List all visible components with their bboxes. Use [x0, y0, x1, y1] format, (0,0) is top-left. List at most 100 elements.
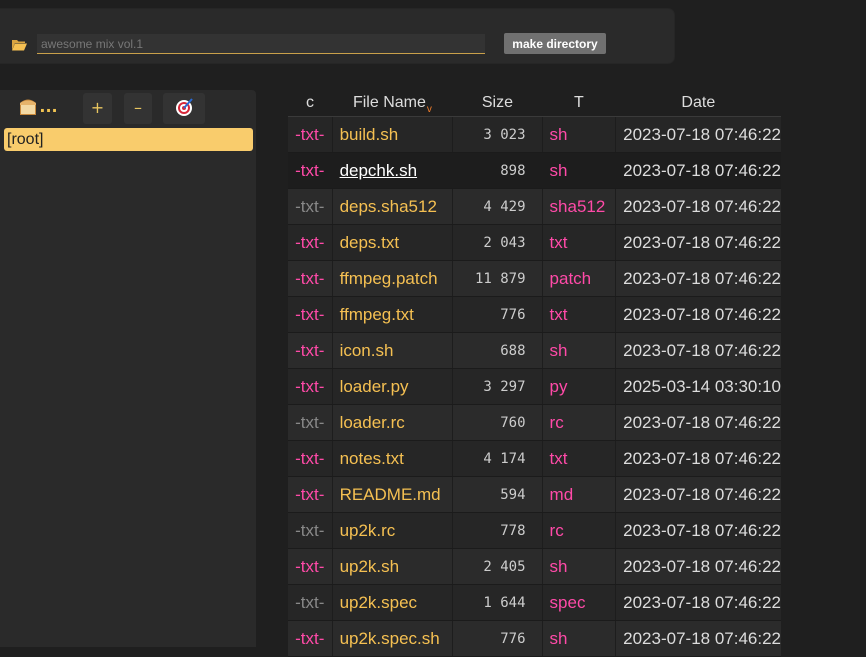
file-name[interactable]: up2k.sh [340, 557, 400, 576]
file-size: 776 [452, 620, 543, 657]
header-c[interactable]: c [288, 90, 333, 117]
make-directory-button[interactable]: make directory [504, 33, 606, 54]
file-name[interactable]: loader.py [340, 377, 409, 396]
file-name-link[interactable]: depchk.sh [331, 152, 453, 189]
header-size[interactable]: Size [452, 90, 543, 117]
row-tag[interactable]: -txt- [288, 224, 333, 261]
scroll-to-selected-button[interactable] [163, 93, 205, 124]
table-row[interactable]: -txt- deps.txt 2 043 txt 2023-07-18 07:4… [288, 224, 781, 261]
file-name[interactable]: build.sh [340, 125, 399, 144]
table-row[interactable]: -txt- up2k.rc 778 rc 2023-07-18 07:46:22 [288, 512, 781, 549]
file-name-link[interactable]: up2k.rc [331, 512, 453, 549]
file-date: 2023-07-18 07:46:22 [615, 152, 781, 189]
file-name-link[interactable]: ffmpeg.txt [331, 296, 453, 333]
file-date: 2023-07-18 07:46:22 [615, 476, 781, 513]
file-name[interactable]: notes.txt [340, 449, 404, 468]
table-row[interactable]: -txt- up2k.sh 2 405 sh 2023-07-18 07:46:… [288, 548, 781, 585]
file-name[interactable]: README.md [340, 485, 441, 504]
file-name-link[interactable]: notes.txt [331, 440, 453, 477]
file-name-link[interactable]: loader.rc [331, 404, 453, 441]
table-row[interactable]: -txt- README.md 594 md 2023-07-18 07:46:… [288, 476, 781, 513]
file-size: 11 879 [452, 260, 543, 297]
file-name-link[interactable]: up2k.spec.sh [331, 620, 453, 657]
new-directory-input[interactable] [37, 34, 485, 54]
file-name-link[interactable]: deps.txt [331, 224, 453, 261]
file-type: txt [541, 440, 616, 477]
file-name-link[interactable]: ffmpeg.patch [331, 260, 453, 297]
table-row[interactable]: -txt- notes.txt 4 174 txt 2023-07-18 07:… [288, 440, 781, 477]
table-row-selected[interactable]: -txt- depchk.sh 898 sh 2023-07-18 07:46:… [288, 152, 781, 189]
breadcrumb-toggle-button[interactable]: ... [10, 93, 65, 124]
file-size: 2 043 [452, 224, 543, 261]
file-type: spec [541, 584, 616, 621]
file-name-link[interactable]: up2k.sh [331, 548, 453, 585]
header-size-label: Size [481, 94, 513, 111]
table-row[interactable]: -txt- ffmpeg.txt 776 txt 2023-07-18 07:4… [288, 296, 781, 333]
file-name[interactable]: ffmpeg.patch [340, 269, 438, 288]
file-name[interactable]: deps.sha512 [340, 197, 437, 216]
file-type: sh [541, 152, 616, 189]
row-tag[interactable]: -txt- [288, 152, 333, 189]
table-row[interactable]: -txt- deps.sha512 4 429 sha512 2023-07-1… [288, 188, 781, 225]
row-tag[interactable]: -txt- [288, 260, 333, 297]
table-row[interactable]: -txt- loader.py 3 297 py 2025-03-14 03:3… [288, 368, 781, 405]
file-type: py [541, 368, 616, 405]
file-date: 2023-07-18 07:46:22 [615, 512, 781, 549]
tree-collapse-button[interactable]: – [124, 93, 152, 124]
table-row[interactable]: -txt- icon.sh 688 sh 2023-07-18 07:46:22 [288, 332, 781, 369]
file-size: 2 405 [452, 548, 543, 585]
file-name-link[interactable]: icon.sh [331, 332, 453, 369]
header-date[interactable]: Date [615, 90, 781, 117]
file-type: sh [541, 620, 616, 657]
file-name-link[interactable]: build.sh [331, 116, 453, 153]
table-row[interactable]: -txt- ffmpeg.patch 11 879 patch 2023-07-… [288, 260, 781, 297]
header-file-name[interactable]: File Namev [332, 90, 453, 117]
file-date: 2023-07-18 07:46:22 [615, 296, 781, 333]
file-date: 2023-07-18 07:46:22 [615, 260, 781, 297]
table-row[interactable]: -txt- up2k.spec 1 644 spec 2023-07-18 07… [288, 584, 781, 621]
row-tag[interactable]: -txt- [288, 476, 333, 513]
row-tag[interactable]: -txt- [288, 116, 333, 153]
row-tag[interactable]: -txt- [288, 584, 333, 621]
row-tag[interactable]: -txt- [288, 332, 333, 369]
file-size: 3 297 [452, 368, 543, 405]
row-tag[interactable]: -txt- [288, 512, 333, 549]
row-tag[interactable]: -txt- [288, 188, 333, 225]
file-size: 778 [452, 512, 543, 549]
tree-item-root[interactable]: [root] [4, 128, 253, 151]
tree-expand-button[interactable]: + [83, 93, 112, 124]
file-name-link[interactable]: up2k.spec [331, 584, 453, 621]
row-tag[interactable]: -txt- [288, 368, 333, 405]
bread-icon [17, 97, 39, 117]
row-tag[interactable]: -txt- [288, 440, 333, 477]
row-tag[interactable]: -txt- [288, 404, 333, 441]
file-name[interactable]: up2k.rc [340, 521, 396, 540]
table-row[interactable]: -txt- up2k.spec.sh 776 sh 2023-07-18 07:… [288, 620, 781, 657]
file-date: 2023-07-18 07:46:22 [615, 404, 781, 441]
row-tag[interactable]: -txt- [288, 296, 333, 333]
table-row[interactable]: -txt- loader.rc 760 rc 2023-07-18 07:46:… [288, 404, 781, 441]
file-date: 2023-07-18 07:46:22 [615, 548, 781, 585]
file-name[interactable]: depchk.sh [340, 161, 418, 180]
row-tag[interactable]: -txt- [288, 548, 333, 585]
file-size: 898 [452, 152, 543, 189]
file-name[interactable]: icon.sh [340, 341, 394, 360]
file-name[interactable]: deps.txt [340, 233, 400, 252]
file-name-link[interactable]: README.md [331, 476, 453, 513]
file-date: 2025-03-14 03:30:10 [615, 368, 781, 405]
table-header-row: c File Namev Size T Date [288, 90, 781, 117]
header-c-label: c [306, 94, 315, 111]
sort-indicator: v [426, 104, 432, 115]
file-type: md [541, 476, 616, 513]
file-size: 760 [452, 404, 543, 441]
file-name[interactable]: up2k.spec.sh [340, 629, 440, 648]
header-type[interactable]: T [542, 90, 616, 117]
file-name-link[interactable]: loader.py [331, 368, 453, 405]
file-name[interactable]: up2k.spec [340, 593, 418, 612]
table-row[interactable]: -txt- build.sh 3 023 sh 2023-07-18 07:46… [288, 116, 781, 153]
file-date: 2023-07-18 07:46:22 [615, 116, 781, 153]
file-name-link[interactable]: deps.sha512 [331, 188, 453, 225]
row-tag[interactable]: -txt- [288, 620, 333, 657]
file-name[interactable]: loader.rc [340, 413, 405, 432]
file-name[interactable]: ffmpeg.txt [340, 305, 414, 324]
